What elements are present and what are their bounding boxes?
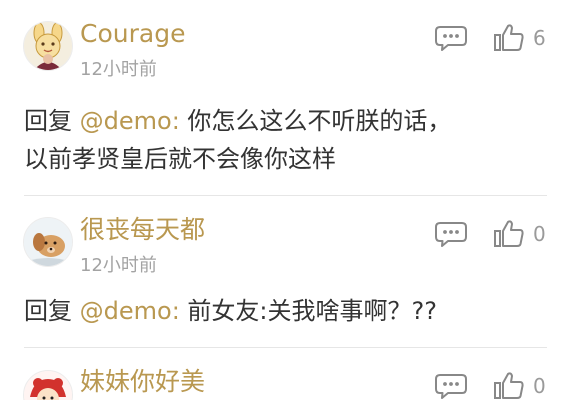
comment-list: Courage 12小时前 6 回复 @demo: 你怎么这么不听朕的话， 以前… [0, 0, 571, 400]
username[interactable]: 妹妹你好美 [80, 366, 205, 398]
timestamp: 12小时前 [80, 59, 157, 80]
reply-prefix: 回复 [24, 297, 72, 325]
avatar[interactable] [23, 217, 73, 267]
comment-item: 妹妹你好美 0 [0, 348, 571, 400]
mention-link[interactable]: @demo: [80, 107, 180, 135]
avatar[interactable] [23, 21, 73, 71]
comment-text: 回复 @demo: 你怎么这么不听朕的话， 以前孝贤皇后就不会像你这样 [24, 102, 551, 178]
like-button[interactable]: 0 [493, 370, 551, 400]
timestamp: 12小时前 [80, 255, 157, 276]
comment-bubble-icon [435, 374, 467, 399]
like-button[interactable]: 6 [493, 22, 551, 54]
username[interactable]: 很丧每天都 [80, 214, 205, 246]
mention-link[interactable]: @demo: [80, 297, 180, 325]
like-count: 0 [533, 222, 546, 246]
reply-prefix: 回复 [24, 107, 72, 135]
comment-text-line2: 以前孝贤皇后就不会像你这样 [24, 145, 336, 173]
avatar[interactable] [23, 370, 73, 400]
comment-text: 回复 @demo: 前女友:关我啥事啊？?? [24, 292, 551, 330]
thumbs-up-icon [494, 24, 524, 51]
username[interactable]: Courage [80, 18, 185, 50]
comment-line: 回复 @demo: 前女友:关我啥事啊？?? [24, 292, 551, 330]
like-count: 0 [533, 374, 546, 398]
comment-text-line1: 前女友:关我啥事啊？?? [179, 297, 437, 325]
comment-item: 很丧每天都 12小时前 0 回复 @demo: 前女友:关我啥事啊？?? [0, 196, 571, 348]
comment-item: Courage 12小时前 6 回复 @demo: 你怎么这么不听朕的话， 以前… [0, 0, 571, 196]
reply-button[interactable] [434, 221, 468, 247]
thumbs-up-icon [494, 372, 524, 399]
like-count: 6 [533, 26, 546, 50]
like-button[interactable]: 0 [493, 218, 551, 250]
reply-button[interactable] [434, 25, 468, 51]
comment-bubble-icon [435, 222, 467, 247]
reply-button[interactable] [434, 373, 468, 399]
comment-line: 回复 @demo: 你怎么这么不听朕的话， [24, 102, 551, 140]
comment-text-line1: 你怎么这么不听朕的话， [179, 107, 452, 135]
thumbs-up-icon [494, 220, 524, 247]
comment-bubble-icon [435, 26, 467, 51]
